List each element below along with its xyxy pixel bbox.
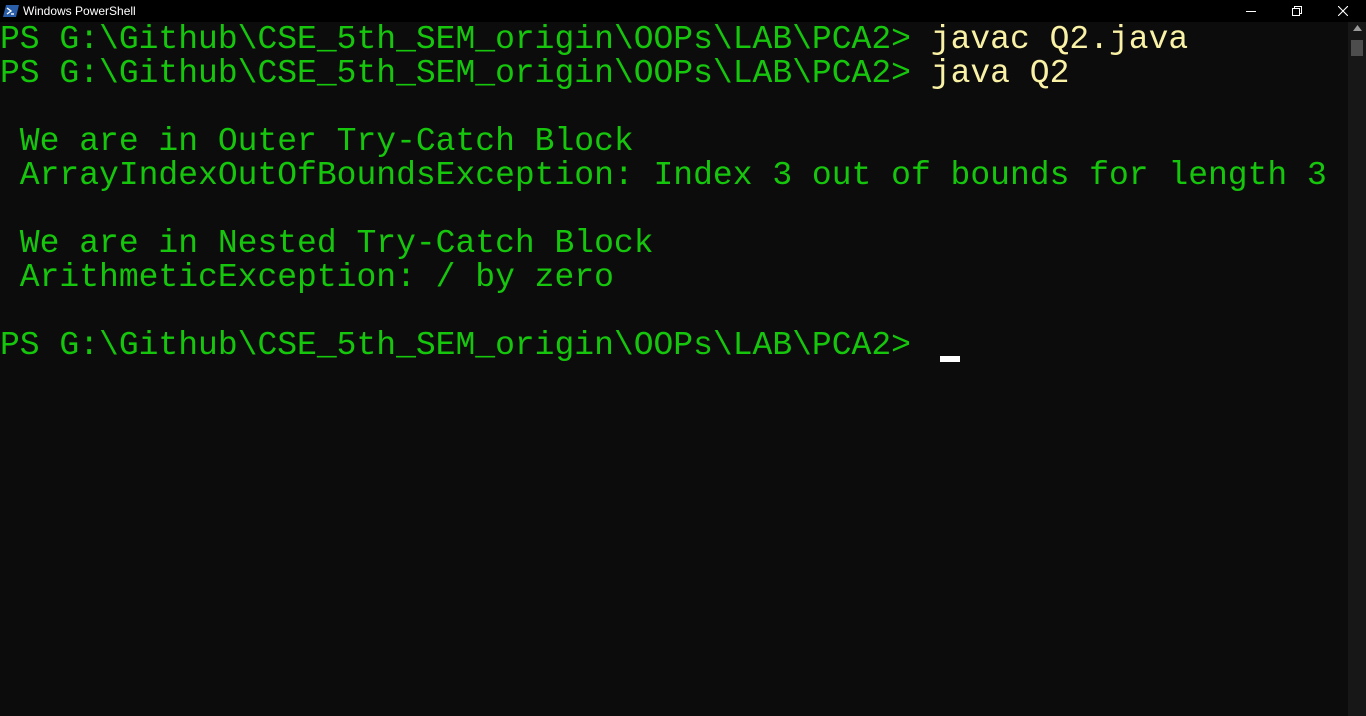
output-line: ArithmeticException: / by zero <box>0 259 614 296</box>
console-line: PS G:\Github\CSE_5th_SEM_origin\OOPs\LAB… <box>0 329 931 363</box>
restore-button[interactable] <box>1274 0 1320 22</box>
console-line: PS G:\Github\CSE_5th_SEM_origin\OOPs\LAB… <box>0 23 1188 57</box>
window-title: Windows PowerShell <box>23 4 136 18</box>
prompt-text: PS G:\Github\CSE_5th_SEM_origin\OOPs\LAB… <box>0 327 931 364</box>
vertical-scrollbar[interactable] <box>1348 22 1366 716</box>
output-line: ArrayIndexOutOfBoundsException: Index 3 … <box>0 157 1327 194</box>
minimize-icon <box>1246 11 1256 12</box>
powershell-window: Windows PowerShell PS G:\Github\CSE_5th_… <box>0 0 1366 716</box>
scroll-thumb[interactable] <box>1351 40 1363 56</box>
command-text: javac Q2.java <box>930 22 1189 58</box>
command-text: java Q2 <box>930 55 1070 92</box>
output-line: We are in Outer Try-Catch Block <box>0 123 634 160</box>
powershell-icon <box>3 3 19 19</box>
output-line: We are in Nested Try-Catch Block <box>0 225 654 262</box>
scroll-up-button[interactable] <box>1348 25 1366 37</box>
prompt-text: PS G:\Github\CSE_5th_SEM_origin\OOPs\LAB… <box>0 55 931 92</box>
minimize-button[interactable] <box>1228 0 1274 22</box>
prompt-text: PS G:\Github\CSE_5th_SEM_origin\OOPs\LAB… <box>0 22 931 58</box>
text-cursor <box>940 356 960 362</box>
caret-up-icon <box>1352 25 1362 31</box>
close-button[interactable] <box>1320 0 1366 22</box>
close-icon <box>1338 6 1348 16</box>
console-line: PS G:\Github\CSE_5th_SEM_origin\OOPs\LAB… <box>0 57 1069 91</box>
title-bar[interactable]: Windows PowerShell <box>0 0 1366 22</box>
window-controls <box>1228 0 1366 22</box>
console-output[interactable]: PS G:\Github\CSE_5th_SEM_origin\OOPs\LAB… <box>0 22 1348 716</box>
restore-icon <box>1292 6 1302 16</box>
